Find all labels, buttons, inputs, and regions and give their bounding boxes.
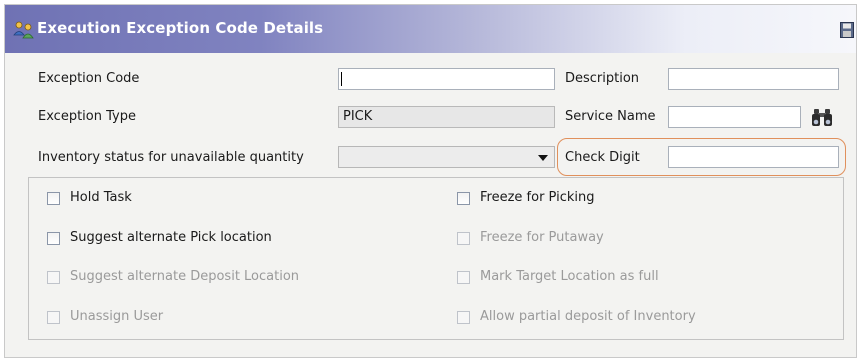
save-icon[interactable] <box>840 21 854 39</box>
suggest-alternate-pick-label: Suggest alternate Pick location <box>70 230 272 245</box>
window-title: Execution Exception Code Details <box>37 19 324 37</box>
mark-target-location-full-label: Mark Target Location as full <box>480 269 659 284</box>
freeze-for-putaway-checkbox[interactable] <box>457 232 470 245</box>
unassign-user-label: Unassign User <box>70 309 164 324</box>
exception-type-field: PICK <box>338 106 555 128</box>
exception-type-label: Exception Type <box>38 109 136 124</box>
service-name-label: Service Name <box>565 109 656 124</box>
unassign-user-checkbox[interactable] <box>47 311 60 324</box>
people-icon <box>13 21 34 39</box>
freeze-for-picking-label: Freeze for Picking <box>480 190 595 205</box>
dropdown-arrow-icon[interactable] <box>538 155 548 161</box>
allow-partial-deposit-checkbox[interactable] <box>457 311 470 324</box>
inventory-status-label: Inventory status for unavailable quantit… <box>38 150 304 165</box>
freeze-for-picking-checkbox[interactable] <box>457 192 470 205</box>
suggest-alternate-deposit-checkbox[interactable] <box>47 271 60 284</box>
binoculars-icon[interactable] <box>811 108 833 128</box>
suggest-alternate-pick-checkbox[interactable] <box>47 232 60 245</box>
hold-task-label: Hold Task <box>70 190 132 205</box>
check-digit-label: Check Digit <box>565 150 640 165</box>
options-group: Hold Task Freeze for Picking Suggest alt… <box>28 177 844 340</box>
text-cursor <box>341 72 342 86</box>
service-name-input[interactable] <box>668 106 801 128</box>
inventory-status-select[interactable] <box>338 146 555 168</box>
hold-task-checkbox[interactable] <box>47 192 60 205</box>
exception-type-value: PICK <box>343 109 373 124</box>
title-bar: Execution Exception Code Details <box>5 5 856 53</box>
exception-code-label: Exception Code <box>38 71 140 86</box>
description-label: Description <box>565 71 640 86</box>
freeze-for-putaway-label: Freeze for Putaway <box>480 230 604 245</box>
mark-target-location-full-checkbox[interactable] <box>457 271 470 284</box>
suggest-alternate-deposit-label: Suggest alternate Deposit Location <box>70 269 300 284</box>
check-digit-input[interactable] <box>668 146 839 168</box>
description-input[interactable] <box>668 68 839 90</box>
allow-partial-deposit-label: Allow partial deposit of Inventory <box>480 309 696 324</box>
exception-code-input[interactable] <box>338 68 555 90</box>
